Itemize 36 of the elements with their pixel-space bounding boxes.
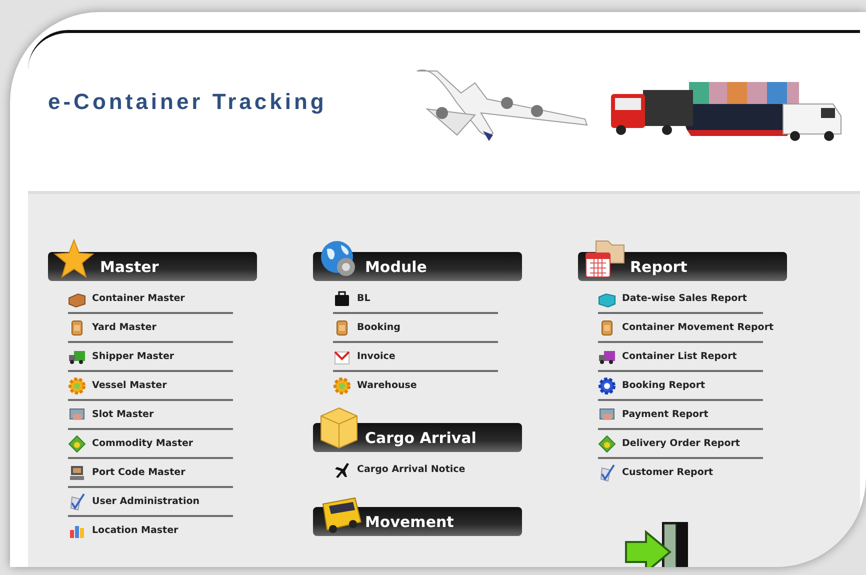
menu-link[interactable]: Commodity Master — [92, 438, 194, 449]
diamond-icon — [68, 434, 86, 452]
airplane-icon — [333, 460, 351, 478]
menu-link[interactable]: Booking — [357, 322, 400, 333]
menu-link[interactable]: Container Master — [92, 293, 185, 304]
menu-link[interactable]: Shipper Master — [92, 351, 174, 362]
menu-link[interactable]: Cargo Arrival Notice — [357, 464, 466, 475]
star-icon — [54, 239, 94, 279]
menu-link[interactable]: Container Movement Report — [622, 322, 774, 333]
computer-icon — [68, 464, 86, 482]
gear-icon — [68, 376, 86, 394]
menu-link[interactable]: Container List Report — [622, 351, 737, 362]
checkmark-icon — [598, 464, 616, 482]
gear-icon — [333, 376, 351, 394]
site-title: e-Container Tracking — [48, 89, 327, 115]
checkmark-icon — [68, 492, 86, 510]
box-icon — [319, 406, 359, 450]
menu-link[interactable]: Booking Report — [622, 380, 706, 391]
menu-link[interactable]: Warehouse — [357, 380, 417, 391]
menu-link[interactable]: BL — [357, 293, 370, 304]
exit-door-icon[interactable] — [624, 522, 690, 567]
diamond-icon — [598, 434, 616, 452]
menu-link[interactable]: User Administration — [92, 496, 200, 507]
menu-link[interactable]: Customer Report — [622, 467, 714, 478]
menu-link[interactable]: Location Master — [92, 525, 178, 536]
menu-link[interactable]: Vessel Master — [92, 380, 167, 391]
menu-link[interactable]: Port Code Master — [92, 467, 186, 478]
menu-link[interactable]: Date-wise Sales Report — [622, 293, 747, 304]
menu-link[interactable]: Payment Report — [622, 409, 708, 420]
menu-link[interactable]: Yard Master — [92, 322, 156, 333]
gear-icon — [598, 376, 616, 394]
menu-link[interactable]: Slot Master — [92, 409, 154, 420]
briefcase-icon — [333, 290, 351, 308]
menu-link[interactable]: Invoice — [357, 351, 396, 362]
menu-link[interactable]: Delivery Order Report — [622, 438, 740, 449]
calendar-icon — [584, 239, 626, 279]
